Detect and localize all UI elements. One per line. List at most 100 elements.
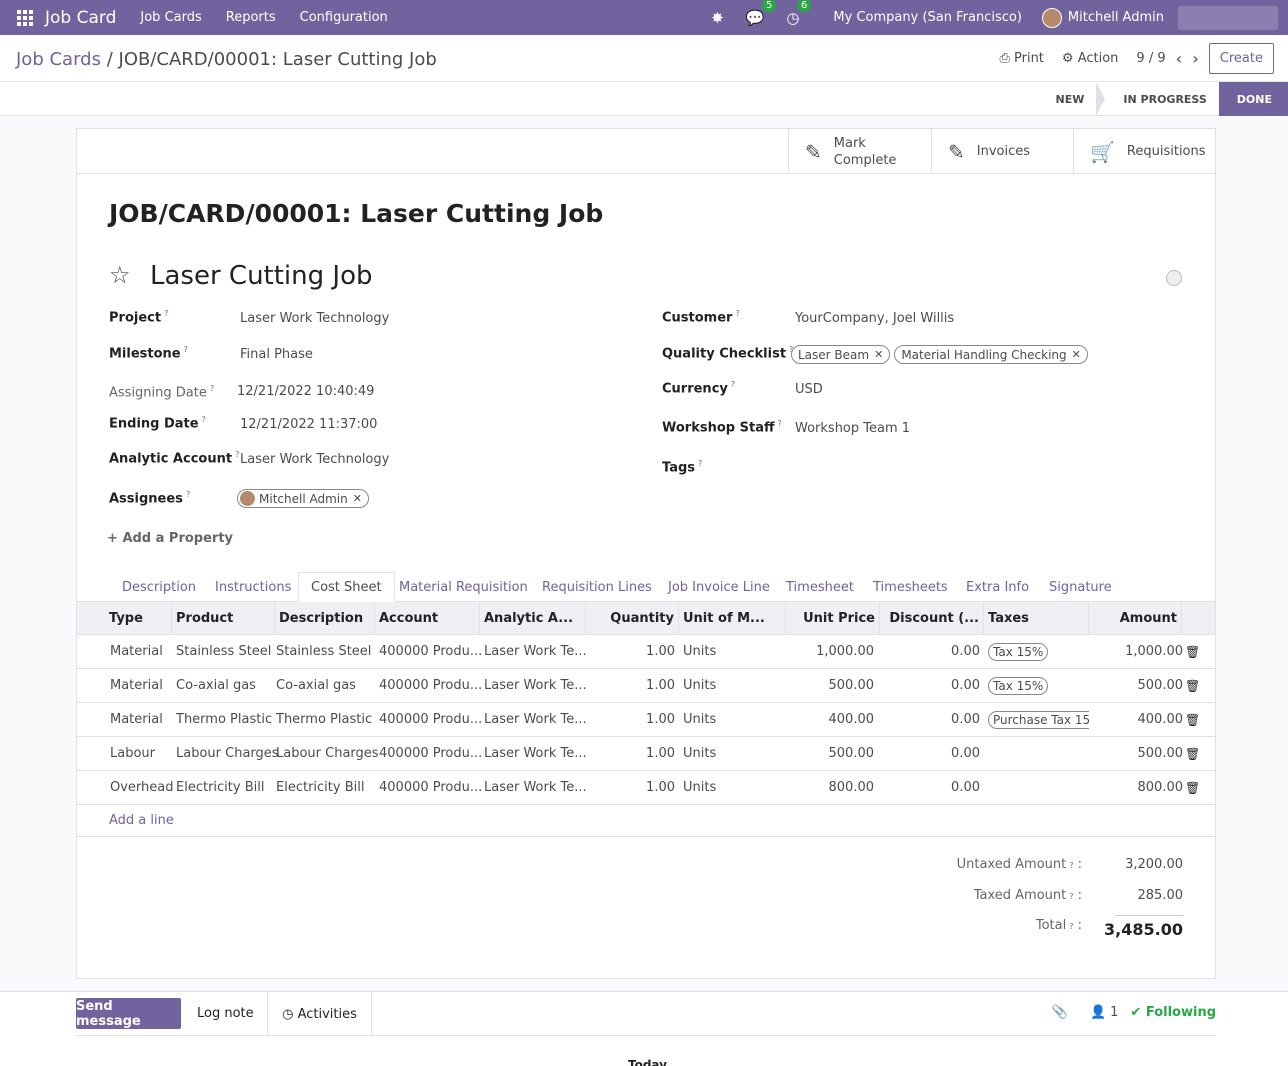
remove-tag-icon[interactable]: ✕ [1072, 348, 1081, 361]
bug-icon[interactable]: ✸ [711, 9, 724, 27]
activities-button[interactable]: ◷ Activities [267, 992, 372, 1036]
assignees-field[interactable]: Mitchell Admin ✕ [237, 489, 373, 510]
col-taxes[interactable]: Taxes [984, 602, 1089, 635]
currency-label: Currency? [662, 380, 736, 397]
col-discount[interactable]: Discount (... [880, 602, 984, 635]
control-panel: Job Cards / JOB/CARD/00001: Laser Cuttin… [0, 35, 1288, 82]
col-type[interactable]: Type [77, 602, 172, 635]
col-amount[interactable]: Amount [1089, 602, 1182, 635]
cell-analytic: Laser Work Te... [484, 746, 587, 761]
cell-type: Labour [110, 746, 155, 761]
activities-clock-icon[interactable]: ◷ 6 [786, 0, 812, 27]
pager-next-icon[interactable]: › [1192, 49, 1199, 68]
tab-material-requisition[interactable]: Material Requisition [399, 572, 528, 602]
paperclip-icon[interactable]: 📎 [1052, 1005, 1068, 1020]
col-description[interactable]: Description [275, 602, 375, 635]
print-button[interactable]: ⎙ Print [999, 51, 1043, 66]
menu-job-cards[interactable]: Job Cards [140, 10, 201, 25]
followers-count[interactable]: 1 [1110, 1005, 1118, 1020]
apps-menu-icon[interactable] [17, 9, 33, 26]
messages-icon[interactable]: 💬 5 [746, 0, 777, 27]
tab-requisition-lines[interactable]: Requisition Lines [542, 572, 652, 602]
currency-field[interactable]: USD [795, 382, 823, 397]
table-row[interactable]: Overhead Electricity Bill Electricity Bi… [77, 771, 1215, 805]
totals-divider [1115, 915, 1183, 916]
app-brand[interactable]: Job Card [45, 8, 116, 28]
trash-icon[interactable]: 🗑 [1185, 669, 1200, 702]
workshop-staff-field[interactable]: Workshop Team 1 [795, 421, 910, 436]
cell-unit-price: 1,000.00 [816, 644, 874, 659]
assigning-date-label: Assigning Date? [109, 384, 215, 401]
following-button[interactable]: ✔ Following [1130, 1005, 1216, 1020]
cell-type: Overhead [110, 780, 174, 795]
trash-icon[interactable]: 🗑 [1185, 635, 1200, 668]
table-row[interactable]: Labour Labour Charges Labour Charges 400… [77, 737, 1215, 771]
create-button[interactable]: Create [1208, 43, 1274, 74]
record-name[interactable]: Laser Cutting Job [150, 261, 373, 291]
company-switcher[interactable]: My Company (San Francisco) [833, 10, 1021, 25]
tab-description[interactable]: Description [122, 572, 196, 602]
quality-checklist-field[interactable]: Laser Beam ✕ Material Handling Checking ✕ [791, 345, 1092, 364]
project-field[interactable]: Laser Work Technology [240, 311, 389, 326]
trash-icon[interactable]: 🗑 [1185, 771, 1200, 804]
tab-timesheets[interactable]: Timesheets [873, 572, 948, 602]
stage-in-progress[interactable]: IN PROGRESS [1105, 82, 1218, 116]
tab-timesheet[interactable]: Timesheet [786, 572, 854, 602]
table-row[interactable]: Material Co-axial gas Co-axial gas 40000… [77, 669, 1215, 703]
tax-tag: Tax 15% [988, 676, 1049, 695]
trash-icon[interactable]: 🗑 [1185, 703, 1200, 736]
table-row[interactable]: Material Thermo Plastic Thermo Plastic 4… [77, 703, 1215, 737]
col-account[interactable]: Account [375, 602, 480, 635]
col-quantity[interactable]: Quantity [586, 602, 679, 635]
breadcrumb-job-cards[interactable]: Job Cards [16, 49, 101, 70]
cell-discount: 0.00 [951, 746, 980, 761]
table-row[interactable]: Material Stainless Steel Stainless Steel… [77, 635, 1215, 669]
tab-instructions[interactable]: Instructions [215, 572, 291, 602]
remove-tag-icon[interactable]: ✕ [353, 492, 362, 505]
record-reference: JOB/CARD/00001: Laser Cutting Job [109, 199, 604, 228]
action-button[interactable]: ⚙ Action [1062, 51, 1119, 66]
analytic-account-field[interactable]: Laser Work Technology [240, 452, 389, 467]
star-icon[interactable]: ☆ [109, 261, 131, 289]
user-avatar[interactable] [1041, 7, 1062, 28]
col-product[interactable]: Product [172, 602, 275, 635]
stage-done[interactable]: DONE [1218, 82, 1288, 116]
pager-value[interactable]: 9 / 9 [1136, 51, 1165, 66]
cell-type: Material [110, 644, 163, 659]
taxed-amount-value: 285.00 [1137, 888, 1184, 903]
col-uom[interactable]: Unit of M... [679, 602, 786, 635]
followers-icon[interactable]: 👤 [1090, 1005, 1106, 1020]
tab-signature[interactable]: Signature [1049, 572, 1112, 602]
assigning-date-field: 12/21/2022 10:40:49 [237, 384, 375, 399]
user-menu[interactable]: Mitchell Admin [1068, 10, 1164, 25]
cell-description: Stainless Steel [276, 644, 372, 659]
milestone-field[interactable]: Final Phase [240, 347, 313, 362]
stage-separator [1096, 82, 1106, 116]
add-property-button[interactable]: + Add a Property [107, 531, 233, 546]
invoices-button[interactable]: ✎ Invoices [931, 129, 1073, 174]
tab-extra-info[interactable]: Extra Info [966, 572, 1029, 602]
menu-configuration[interactable]: Configuration [300, 10, 388, 25]
tab-job-invoice-line[interactable]: Job Invoice Line [668, 572, 770, 602]
log-note-button[interactable]: Log note [197, 1006, 254, 1021]
customer-label: Customer? [662, 309, 740, 326]
ending-date-field[interactable]: 12/21/2022 11:37:00 [240, 417, 377, 432]
edit-icon: ✎ [948, 139, 965, 164]
tab-cost-sheet[interactable]: Cost Sheet [298, 572, 395, 602]
requisitions-button[interactable]: 🛒 Requisitions [1073, 129, 1215, 174]
pager-previous-icon[interactable]: ‹ [1176, 49, 1183, 68]
trash-icon[interactable]: 🗑 [1185, 737, 1200, 770]
customer-field[interactable]: YourCompany, Joel Willis [795, 311, 954, 326]
kanban-state-indicator[interactable] [1166, 270, 1182, 286]
remove-tag-icon[interactable]: ✕ [874, 348, 883, 361]
quality-tag: Material Handling Checking ✕ [894, 345, 1088, 364]
col-analytic[interactable]: Analytic A... [480, 602, 586, 635]
cell-account: 400000 Produ... [379, 746, 483, 761]
add-line-button[interactable]: Add a line [77, 805, 1215, 837]
menu-reports[interactable]: Reports [226, 10, 276, 25]
send-message-button[interactable]: Send message [76, 998, 181, 1029]
col-unit-price[interactable]: Unit Price [786, 602, 880, 635]
mark-complete-button[interactable]: ✎ Mark Complete [788, 129, 931, 174]
stage-new[interactable]: NEW [1038, 82, 1097, 116]
blurred-area [1178, 5, 1278, 30]
